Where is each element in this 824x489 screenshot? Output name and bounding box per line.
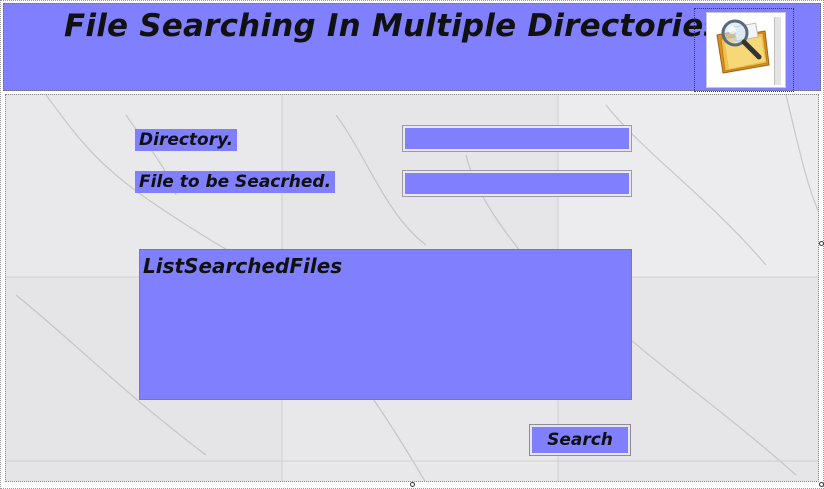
- file-label: File to be Seacrhed.: [135, 171, 336, 193]
- directory-label: Directory.: [135, 129, 238, 151]
- resize-handle-right[interactable]: [819, 241, 824, 246]
- page-title: File Searching In Multiple Directories.: [64, 8, 735, 44]
- form-window: File Searching In Multiple Directories.: [0, 0, 824, 489]
- folder-search-icon: [706, 12, 786, 88]
- searched-files-list[interactable]: ListSearchedFiles: [139, 249, 632, 400]
- search-button[interactable]: Search: [529, 424, 631, 456]
- resize-handle-corner[interactable]: [819, 482, 824, 487]
- resize-handle-bottom[interactable]: [410, 482, 415, 487]
- title-band: File Searching In Multiple Directories.: [3, 3, 821, 92]
- list-title: ListSearchedFiles: [143, 254, 343, 278]
- directory-input[interactable]: [402, 125, 632, 152]
- logo-frame: [694, 8, 794, 92]
- file-input[interactable]: [402, 170, 632, 197]
- logo-scroll-strip: [774, 17, 781, 85]
- content-panel: Directory. File to be Seacrhed. ListSear…: [5, 94, 819, 482]
